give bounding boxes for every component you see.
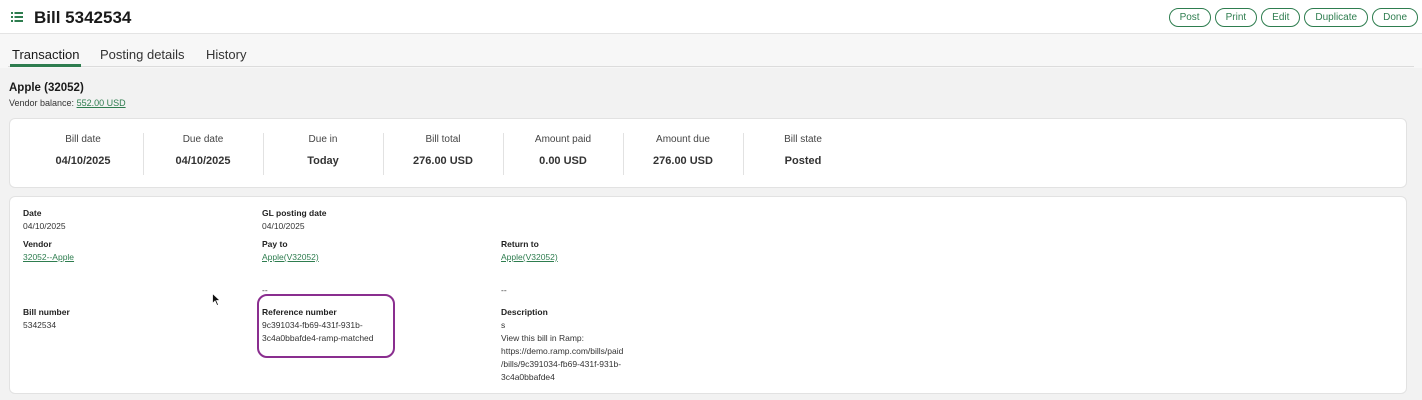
date-value: 04/10/2025: [23, 221, 66, 231]
list-icon[interactable]: [11, 12, 23, 22]
description-value: s View this bill in Ramp: https://demo.r…: [501, 319, 623, 384]
description-line: /bills/9c391034-fb69-431f-931b-: [501, 359, 622, 369]
gl-posting-date-label: GL posting date: [262, 208, 327, 218]
page-title: Bill 5342534: [34, 8, 132, 27]
vendor-balance: Vendor balance: 552.00 USD: [9, 98, 126, 108]
tab-posting-details[interactable]: Posting details: [100, 47, 185, 62]
edit-button[interactable]: Edit: [1261, 8, 1301, 27]
stat-amount-due: Amount due 276.00 USD: [623, 119, 743, 189]
bill-number-label: Bill number: [23, 307, 70, 317]
stat-value: 276.00 USD: [653, 155, 713, 167]
stat-label: Amount paid: [534, 134, 592, 145]
return-to-label: Return to: [501, 239, 539, 249]
description-label: Description: [501, 307, 548, 317]
stat-value: 276.00 USD: [413, 155, 473, 167]
vendor-label: Vendor: [23, 239, 52, 249]
description-line: 3c4a0bbafde4: [501, 372, 555, 382]
tabs-divider: [8, 66, 1414, 67]
description-line: View this bill in Ramp:: [501, 333, 584, 343]
gl-posting-date-value: 04/10/2025: [262, 221, 305, 231]
stat-due-in: Due in Today: [263, 119, 383, 189]
stat-label: Bill total: [425, 134, 461, 145]
bill-summary-card: Bill date 04/10/2025 Due date 04/10/2025…: [9, 118, 1407, 188]
stat-value: 04/10/2025: [175, 155, 231, 167]
return-to-address: --: [501, 285, 507, 295]
active-tab-indicator: [10, 64, 81, 67]
vendor-balance-link[interactable]: 552.00 USD: [77, 98, 126, 108]
stat-bill-date: Bill date 04/10/2025: [23, 119, 143, 189]
stat-label: Bill date: [65, 134, 101, 145]
vendor-balance-label: Vendor balance:: [9, 98, 75, 108]
stat-label: Bill state: [784, 134, 822, 145]
stat-label: Due date: [182, 134, 224, 145]
stat-due-date: Due date 04/10/2025: [143, 119, 263, 189]
stat-value: 04/10/2025: [55, 155, 111, 167]
stat-value: 0.00 USD: [539, 155, 587, 167]
tab-transaction[interactable]: Transaction: [12, 47, 79, 62]
pay-to-link[interactable]: Apple(V32052): [262, 251, 319, 264]
mouse-pointer-icon: [212, 293, 221, 306]
duplicate-button[interactable]: Duplicate: [1304, 8, 1369, 27]
date-label: Date: [23, 208, 42, 218]
description-line: https://demo.ramp.com/bills/paid: [501, 346, 624, 356]
action-buttons: Post Print Edit Duplicate Done: [1168, 8, 1418, 27]
stat-value: Today: [307, 155, 339, 167]
vendor-name: Apple (32052): [9, 82, 84, 94]
vendor-link[interactable]: 32052--Apple: [23, 251, 74, 264]
post-button[interactable]: Post: [1168, 8, 1211, 27]
stat-amount-paid: Amount paid 0.00 USD: [503, 119, 623, 189]
page-header: Bill 5342534 Post Print Edit Duplicate D…: [0, 0, 1422, 34]
reference-number-highlight: [257, 294, 395, 358]
print-button[interactable]: Print: [1214, 8, 1258, 27]
stat-label: Due in: [308, 134, 338, 145]
stat-bill-state: Bill state Posted: [743, 119, 863, 189]
stat-bill-total: Bill total 276.00 USD: [383, 119, 503, 189]
stat-value: Posted: [784, 155, 822, 167]
tab-history[interactable]: History: [206, 47, 246, 62]
stat-label: Amount due: [656, 134, 710, 145]
done-button[interactable]: Done: [1372, 8, 1418, 27]
pay-to-label: Pay to: [262, 239, 288, 249]
description-line: s: [501, 320, 506, 330]
bill-number-value: 5342534: [23, 320, 57, 330]
return-to-link[interactable]: Apple(V32052): [501, 251, 558, 264]
